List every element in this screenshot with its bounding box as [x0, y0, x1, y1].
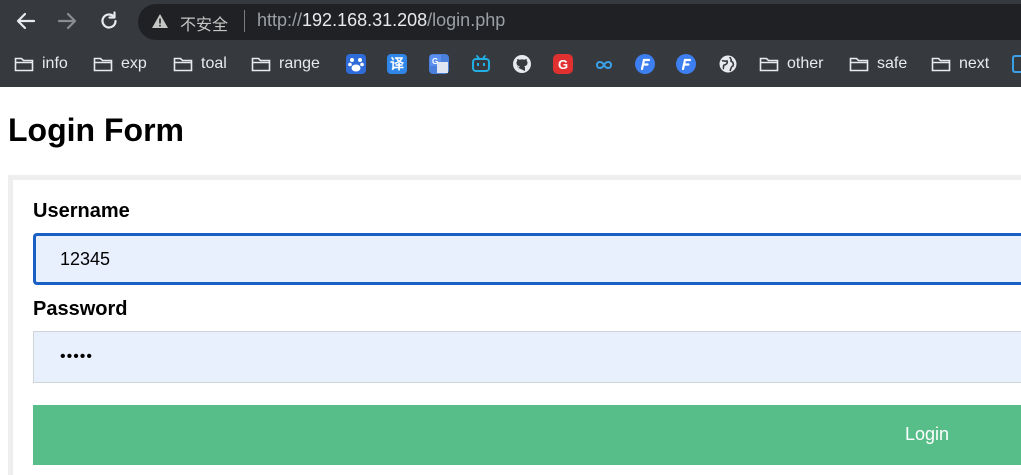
- reload-icon[interactable]: [95, 7, 123, 35]
- url-path: /login.php: [427, 10, 506, 30]
- f-logo-icon: [676, 54, 696, 74]
- bookmark-folder-next[interactable]: next: [931, 53, 989, 75]
- url-separator: [244, 10, 245, 32]
- bookmark-github[interactable]: [512, 53, 532, 75]
- bookmark-folder-safe[interactable]: safe: [849, 53, 907, 75]
- bookmark-label: next: [959, 55, 990, 72]
- bookmark-label: range: [279, 55, 320, 72]
- url-scheme: http://: [257, 10, 303, 30]
- google-translate-icon: G: [429, 54, 449, 74]
- browser-chrome: 不安全 http://192.168.31.208/login.php info…: [0, 0, 1021, 87]
- folder-icon: [251, 57, 271, 72]
- bookmark-folder-exp[interactable]: exp: [93, 53, 147, 75]
- folder-icon: [173, 57, 193, 72]
- bookmarks-bar: info exp toal range 译 G G other safe nex…: [0, 43, 1021, 87]
- bookmark-label: other: [787, 55, 824, 72]
- username-input[interactable]: 12345: [33, 233, 1021, 285]
- bookmark-globe[interactable]: [718, 53, 738, 75]
- bookmark-label: exp: [121, 55, 147, 72]
- svg-text:G: G: [432, 57, 438, 66]
- bookmark-label: safe: [877, 55, 908, 72]
- bookmark-translate[interactable]: 译: [387, 53, 407, 75]
- password-label: Password: [33, 298, 128, 320]
- g-logo-icon: G: [553, 54, 573, 74]
- username-value: 12345: [60, 248, 111, 269]
- bookmark-google-translate[interactable]: G: [429, 53, 449, 75]
- globe-icon: [718, 54, 738, 74]
- baidu-paw-icon: [346, 54, 366, 74]
- back-icon[interactable]: [12, 7, 40, 35]
- bookmark-g-app[interactable]: G: [553, 53, 573, 75]
- folder-icon: [849, 57, 869, 72]
- partial-bookmark-icon: [1012, 55, 1021, 73]
- bookmark-partial[interactable]: [1012, 53, 1021, 75]
- bookmark-f-app-1[interactable]: [635, 53, 655, 75]
- login-button[interactable]: Login: [33, 405, 1021, 465]
- github-icon: [512, 54, 532, 74]
- page-title: Login Form: [8, 112, 184, 148]
- bilibili-tv-icon: [471, 54, 491, 74]
- forward-icon[interactable]: [53, 7, 81, 35]
- folder-icon: [759, 57, 779, 72]
- folder-icon: [14, 57, 34, 72]
- bookmark-bilibili[interactable]: [471, 53, 491, 75]
- password-input[interactable]: •••••: [33, 331, 1021, 383]
- login-button-label: Login: [905, 424, 950, 444]
- translate-icon: 译: [387, 54, 407, 74]
- bookmark-folder-toal[interactable]: toal: [173, 53, 227, 75]
- bookmark-folder-info[interactable]: info: [14, 53, 68, 75]
- security-status-label[interactable]: 不安全: [180, 11, 228, 35]
- password-value: •••••: [60, 348, 94, 365]
- toolbar: 不安全 http://192.168.31.208/login.php: [0, 0, 1021, 43]
- bookmark-f-app-2[interactable]: [676, 53, 696, 75]
- url-text[interactable]: http://192.168.31.208/login.php: [257, 10, 505, 31]
- folder-icon: [93, 57, 113, 72]
- infinity-cloud-icon: [594, 54, 614, 74]
- bookmark-label: info: [42, 55, 68, 72]
- bookmark-folder-range[interactable]: range: [251, 53, 320, 75]
- not-secure-warning-icon[interactable]: [151, 13, 169, 29]
- url-host: 192.168.31.208: [302, 10, 428, 30]
- bookmark-cloud[interactable]: [594, 53, 614, 75]
- bookmark-folder-other[interactable]: other: [759, 53, 823, 75]
- bookmark-label: toal: [201, 55, 227, 72]
- username-label: Username: [33, 200, 130, 222]
- f-logo-icon: [635, 54, 655, 74]
- folder-icon: [931, 57, 951, 72]
- bookmark-baidu[interactable]: [346, 53, 366, 75]
